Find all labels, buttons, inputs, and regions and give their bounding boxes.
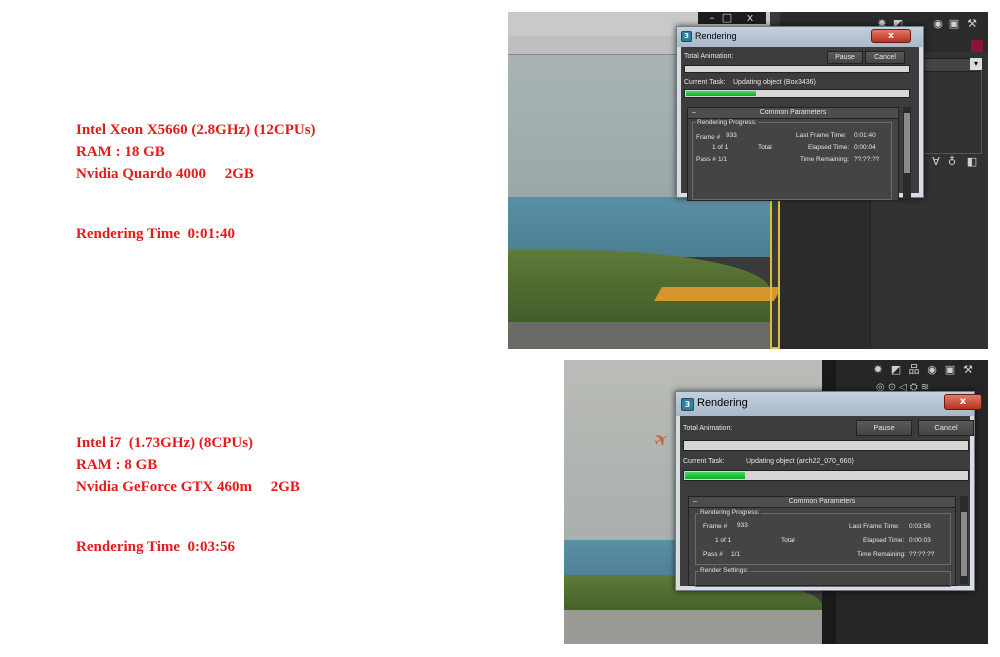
utilities-icon[interactable]: ⚒ [962,364,974,376]
close-icon[interactable]: x [744,12,756,24]
remaining-label: Time Remaining: [857,551,906,558]
rendering-dialog: 3 Rendering x Pause Cancel Total Animati… [676,26,924,201]
app-icon: 3 [681,31,692,42]
dialog-title: Rendering [697,397,748,409]
total-animation-label: Total Animation: [684,53,734,60]
screenshot-2: ✈ ✸ ◩ 品 ◉ ▣ ⚒ ◎⊙◁⛭≋ 3 Rendering x Pause … [564,360,988,644]
dialog-titlebar[interactable]: 3 Rendering x [677,27,923,47]
hierarchy-icon[interactable]: 品 [908,364,920,376]
minimize-icon[interactable]: – [706,12,718,24]
render-settings-label: Render Settings: [699,567,750,574]
pass-value: 1/1 [731,551,741,558]
scrollbar[interactable] [960,496,968,584]
pause-button[interactable]: Pause [827,51,863,64]
dialog-titlebar[interactable]: 3 Rendering x [676,392,982,416]
task-progress-fill [686,91,756,96]
common-parameters-rollout: – Common Parameters Rendering Progress: … [687,107,899,201]
motion-icon[interactable]: ◉ [932,18,944,30]
cancel-button[interactable]: Cancel [865,51,905,64]
pass-label: Pass # [703,551,723,558]
render-frame-icon[interactable]: ◩ [890,364,902,376]
color-swatch[interactable] [971,40,983,52]
configure-icon[interactable]: ◧ [966,156,978,168]
lock-icon[interactable]: ♁ [946,156,958,168]
remaining-value: ??:??:?? [854,156,880,163]
utilities-icon[interactable]: ⚒ [966,18,978,30]
viewport-frame [770,182,780,349]
of-text: 1 of 1 [712,144,729,151]
current-task-label: Current Task: [683,458,725,465]
frame-label: Frame # [703,523,728,530]
elapsed-label: Elapsed Time: [863,537,905,544]
task-progress-bar [683,470,969,481]
elapsed-value: 0:00:03 [909,537,931,544]
remaining-label: Time Remaining: [800,156,849,163]
pause-button[interactable]: Pause [856,420,912,436]
ram-text: RAM : 18 GB [76,144,165,160]
frame-value: 933 [726,132,737,139]
scrollbar[interactable] [903,107,911,199]
current-task-label: Current Task: [684,79,726,86]
last-frame-label: Last Frame Time: [849,523,900,530]
rollout-header[interactable]: – Common Parameters [688,108,898,119]
total-text: Total [758,144,772,151]
rendering-dialog: 3 Rendering x Pause Cancel Total Animati… [675,391,982,591]
total-animation-bar [683,440,969,451]
spec-block-2: Intel i7 (1.73GHz) (8CPUs) RAM : 8 GB Nv… [76,432,300,558]
current-task-value: Updating object (arch22_070_660) [746,458,854,465]
total-text: Total [781,537,795,544]
last-frame-value: 0:03:56 [909,523,931,530]
dialog-title: Rendering [695,31,737,41]
render-time-text: Rendering Time 0:01:40 [76,226,236,242]
of-text: 1 of 1 [715,537,732,544]
frame-label: Frame # [696,134,721,141]
maximize-icon[interactable]: □ [721,12,733,24]
frame-value: 933 [737,522,748,529]
pass-value: 1/1 [718,156,728,163]
app-icon: 3 [681,398,694,411]
total-animation-label: Total Animation: [683,425,733,432]
last-frame-value: 0:01:40 [854,132,876,139]
cpu-text: Intel i7 (1.73GHz) (8CPUs) [76,435,254,451]
common-parameters-rollout: – Common Parameters Rendering Progress: … [688,496,956,587]
progress-group-label: Rendering Progress: [696,119,758,126]
display-icon[interactable]: ▣ [944,364,956,376]
progress-group-label: Rendering Progress: [699,509,761,516]
cancel-button[interactable]: Cancel [918,420,974,436]
close-button[interactable]: x [944,394,982,410]
task-progress-fill [685,472,746,479]
rollout-title: Common Parameters [759,109,827,116]
spec-block-1: Intel Xeon X5660 (2.8GHz) (12CPUs) RAM :… [76,119,316,245]
ram-text: RAM : 8 GB [76,457,158,473]
render-time-text: Rendering Time 0:03:56 [76,539,236,555]
elapsed-value: 0:00:04 [854,144,876,151]
elapsed-label: Elapsed Time: [808,144,850,151]
rollout-title: Common Parameters [788,498,856,505]
task-progress-bar [684,89,910,98]
total-animation-bar [684,65,910,73]
gpu-text: Nvidia Quardo 4000 2GB [76,166,254,182]
render-setup-icon[interactable]: ✸ [872,364,884,376]
rollout-header[interactable]: – Common Parameters [689,497,955,508]
motion-icon[interactable]: ◉ [926,364,938,376]
close-button[interactable]: x [871,29,911,43]
display-icon[interactable]: ▣ [948,18,960,30]
current-task-value: Updating object (Box3436) [733,79,816,86]
cpu-text: Intel Xeon X5660 (2.8GHz) (12CPUs) [76,122,316,138]
funnel-icon[interactable]: ∀ [930,156,942,168]
pass-label: Pass # [696,156,716,163]
remaining-value: ??:??:?? [909,551,935,558]
screenshot-1: ▾ – □ x ✸ ◩ ◉ ▣ ⚒ ∀ ♁ ◧ 3 Rendering x Pa… [508,12,988,349]
last-frame-label: Last Frame Time: [796,132,847,139]
gpu-text: Nvidia GeForce GTX 460m 2GB [76,479,300,495]
